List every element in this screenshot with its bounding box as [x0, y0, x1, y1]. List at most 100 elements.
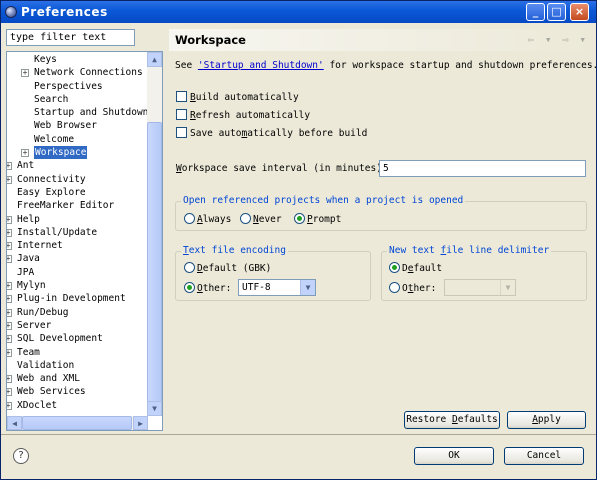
- checkbox-icon[interactable]: [176, 109, 187, 120]
- tree-item[interactable]: Validation: [7, 359, 148, 372]
- expand-icon[interactable]: +: [7, 321, 12, 330]
- refresh-automatically-checkbox[interactable]: Refresh automatically: [176, 109, 310, 123]
- tree-item[interactable]: + Ant: [7, 159, 148, 172]
- radio-selected-icon[interactable]: [294, 213, 305, 224]
- radio-icon[interactable]: [184, 262, 195, 273]
- tree-item[interactable]: Perspectives: [7, 80, 148, 93]
- expand-icon[interactable]: +: [7, 295, 12, 304]
- prompt-radio[interactable]: Prompt: [294, 213, 341, 225]
- scroll-left-icon[interactable]: ◀: [7, 416, 22, 430]
- expand-icon[interactable]: +: [7, 242, 12, 251]
- tree-item[interactable]: + Help: [7, 213, 148, 226]
- expand-icon[interactable]: +: [7, 348, 12, 357]
- tree-item[interactable]: + Network Connections: [7, 66, 148, 79]
- expand-icon[interactable]: +: [7, 255, 12, 264]
- close-button[interactable]: ×: [570, 3, 589, 21]
- tree-item[interactable]: Startup and Shutdown: [7, 106, 148, 119]
- filter-input[interactable]: [6, 29, 135, 46]
- tree-item-label: Server: [17, 319, 52, 331]
- delimiter-combo: ▼: [444, 279, 516, 296]
- tree-item[interactable]: + Team: [7, 346, 148, 359]
- expand-icon[interactable]: +: [7, 335, 12, 344]
- tree-item[interactable]: + Run/Debug: [7, 306, 148, 319]
- tree-item[interactable]: FreeMarker Editor: [7, 199, 148, 212]
- tree-item[interactable]: JPA: [7, 266, 148, 279]
- help-icon[interactable]: ?: [13, 448, 29, 464]
- encoding-combo[interactable]: UTF-8 ▼: [238, 279, 316, 296]
- expand-icon[interactable]: +: [7, 228, 12, 237]
- save-before-build-checkbox[interactable]: Save automatically before build: [176, 127, 367, 141]
- tree-item[interactable]: + Internet: [7, 239, 148, 252]
- expand-icon[interactable]: +: [7, 375, 12, 384]
- delimiter-other-radio[interactable]: Other:: [389, 282, 436, 294]
- tree-item[interactable]: + Install/Update: [7, 226, 148, 239]
- tree-item[interactable]: Welcome: [7, 133, 148, 146]
- checkbox-icon[interactable]: [176, 127, 187, 138]
- tree-item[interactable]: + SQL Development: [7, 332, 148, 345]
- encoding-default-radio[interactable]: Default (GBK): [184, 262, 271, 274]
- tree-item[interactable]: + XDoclet: [7, 399, 148, 412]
- cancel-button[interactable]: Cancel: [504, 447, 584, 465]
- tree-item-label: Java: [17, 253, 40, 265]
- tree-item[interactable]: Keys: [7, 53, 148, 66]
- tree-item[interactable]: + Server: [7, 319, 148, 332]
- tree-item-label: Team: [17, 346, 40, 358]
- workspace-page: See 'Startup and Shutdown' for workspace…: [169, 53, 597, 431]
- expand-icon[interactable]: +: [7, 401, 12, 410]
- tree-item-label: Validation: [17, 359, 75, 371]
- radio-icon[interactable]: [389, 282, 400, 293]
- tree-vertical-scrollbar[interactable]: ▲ ▼: [147, 52, 162, 416]
- startup-shutdown-link[interactable]: 'Startup and Shutdown': [198, 60, 324, 71]
- tree-item[interactable]: + Web Services: [7, 385, 148, 398]
- checkbox-icon[interactable]: [176, 91, 187, 102]
- ok-button[interactable]: OK: [414, 447, 494, 465]
- expand-icon[interactable]: +: [7, 215, 12, 224]
- tree-item-label: Run/Debug: [17, 306, 69, 318]
- delimiter-default-radio[interactable]: Default: [389, 262, 442, 274]
- chevron-down-icon[interactable]: ▼: [300, 280, 315, 295]
- expand-icon[interactable]: +: [7, 162, 12, 171]
- radio-selected-icon[interactable]: [184, 282, 195, 293]
- encoding-other-radio[interactable]: Other:: [184, 282, 231, 294]
- app-icon: [5, 6, 17, 18]
- expand-icon[interactable]: +: [7, 282, 12, 291]
- tree-item-label: JPA: [17, 266, 35, 278]
- tree-items: Keys + Network Connections Perspectives Sear…: [7, 53, 148, 417]
- scroll-right-icon[interactable]: ▶: [133, 416, 148, 430]
- tree-item[interactable]: Web Browser: [7, 119, 148, 132]
- tree-item-selected[interactable]: + Workspace: [7, 146, 148, 160]
- tree-item[interactable]: + Web and XML: [7, 372, 148, 385]
- radio-icon[interactable]: [184, 213, 195, 224]
- scroll-up-icon[interactable]: ▲: [147, 52, 162, 67]
- tree-scroll-thumb[interactable]: [147, 122, 162, 402]
- radio-selected-icon[interactable]: [389, 262, 400, 273]
- page-header: Workspace ⇦ ▾ ⇨ ▾: [169, 29, 594, 51]
- save-interval-input[interactable]: 5: [379, 160, 586, 177]
- tree-item[interactable]: Easy Explore: [7, 186, 148, 199]
- tree-item[interactable]: + Java: [7, 252, 148, 265]
- history-nav-icon[interactable]: ⇦ ▾ ⇨ ▾: [528, 33, 588, 46]
- tree-hscroll-thumb[interactable]: [22, 416, 132, 430]
- preference-tree[interactable]: Keys + Network Connections Perspectives Sear…: [6, 51, 163, 431]
- tree-item[interactable]: + Mylyn: [7, 279, 148, 292]
- restore-defaults-button[interactable]: Restore Defaults: [404, 411, 500, 429]
- maximize-button[interactable]: □: [547, 3, 566, 21]
- expand-icon[interactable]: +: [21, 149, 29, 158]
- scroll-down-icon[interactable]: ▼: [147, 401, 162, 416]
- expand-icon[interactable]: +: [7, 388, 12, 397]
- tree-item[interactable]: + Plug-in Development: [7, 292, 148, 305]
- expand-icon[interactable]: +: [7, 175, 12, 184]
- preferences-window: Preferences _ □ × Keys + Network Connectio…: [0, 0, 597, 480]
- tree-item[interactable]: Search: [7, 93, 148, 106]
- title-bar[interactable]: Preferences _ □ ×: [1, 1, 596, 23]
- expand-icon[interactable]: +: [7, 308, 12, 317]
- tree-item[interactable]: + Connectivity: [7, 173, 148, 186]
- build-automatically-checkbox[interactable]: Build automatically: [176, 91, 299, 105]
- never-radio[interactable]: Never: [240, 213, 282, 225]
- tree-horizontal-scrollbar[interactable]: ◀ ▶: [7, 416, 148, 430]
- always-radio[interactable]: Always: [184, 213, 231, 225]
- minimize-button[interactable]: _: [526, 3, 545, 21]
- apply-button[interactable]: Apply: [507, 411, 586, 429]
- expand-icon[interactable]: +: [21, 69, 29, 78]
- radio-icon[interactable]: [240, 213, 251, 224]
